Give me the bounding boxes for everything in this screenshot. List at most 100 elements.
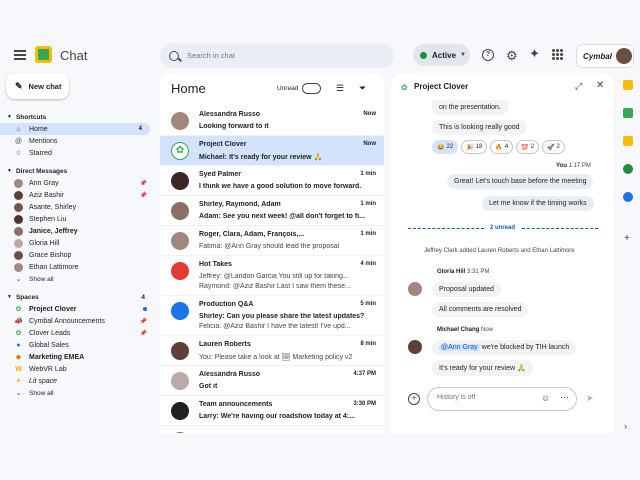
toggle-switch[interactable] <box>302 83 322 94</box>
conversation-row[interactable]: Roger, Clara, Adam, François,... 1 min Fat… <box>160 226 384 256</box>
help-icon[interactable]: ? <box>482 49 494 61</box>
nav-item-home[interactable]: ⌂ Home 4 <box>0 123 150 135</box>
dm-item[interactable]: Stephen Liu <box>0 213 155 225</box>
section-shortcuts[interactable]: ▼ Shortcuts <box>0 111 155 123</box>
space-item[interactable]: 📣 Cymbal Announcements 📌 <box>0 315 155 327</box>
pin-icon: 📌 <box>139 330 147 337</box>
caret-down-icon: ▼ <box>7 294 12 300</box>
dm-item[interactable]: Asante, Shirley <box>0 201 155 213</box>
unread-divider: 2 unread <box>490 225 516 231</box>
drive-icon[interactable] <box>623 108 633 118</box>
mention-chip[interactable]: @Ann Gray <box>439 344 480 351</box>
show-all-dms[interactable]: ⌄ Show all <box>0 273 155 285</box>
status-selector[interactable]: Active ▼ <box>413 44 470 66</box>
unread-toggle[interactable]: Unread <box>277 83 322 94</box>
search-icon[interactable] <box>169 50 179 61</box>
pin-icon: 📌 <box>139 318 147 325</box>
tasks-icon[interactable] <box>623 192 633 202</box>
search-input[interactable] <box>187 51 367 60</box>
conversation-time: 3:30 PM <box>353 401 376 407</box>
section-spaces[interactable]: ▼ Spaces 4 <box>0 291 155 303</box>
add-app-icon[interactable]: + <box>624 233 630 244</box>
reaction-chip[interactable]: 🚀 2 <box>542 140 565 154</box>
message-bubble: It's ready for your review 🙏 <box>432 360 533 376</box>
keep-icon[interactable] <box>623 136 633 146</box>
reaction-emoji: 🎉 <box>466 144 474 151</box>
conversation-row[interactable] <box>160 426 384 433</box>
chat-title[interactable]: Project Clover <box>414 82 468 91</box>
chevron-right-icon[interactable]: › <box>624 421 627 431</box>
dm-item[interactable]: Grace Bishop <box>0 249 155 261</box>
reaction-chip[interactable]: 😂 22 <box>432 140 459 154</box>
space-item[interactable]: ✿ Clover Leads 📌 <box>0 327 155 339</box>
new-chat-button[interactable]: ✎ New chat <box>6 73 69 99</box>
at-icon: @ <box>14 137 23 145</box>
reaction-chip[interactable]: 💯 2 <box>516 140 539 154</box>
avatar[interactable] <box>408 282 422 296</box>
reaction-chip[interactable]: 🎉 18 <box>461 140 488 154</box>
message-bubble: This is looking really good <box>432 120 527 135</box>
space-item[interactable]: W WebVR Lab <box>0 363 155 375</box>
megaphone-icon: 📣 <box>14 318 23 325</box>
add-icon[interactable]: + <box>408 393 420 405</box>
message-input[interactable] <box>437 394 537 401</box>
marketing-icon: ◆ <box>15 354 22 361</box>
close-icon[interactable]: ✕ <box>596 80 604 91</box>
message-meta: Michael Chang Now <box>437 327 494 333</box>
main-menu-icon[interactable] <box>14 50 26 60</box>
conversation-row[interactable]: Alessandra Russo 4:37 PM Got it <box>160 366 384 396</box>
conversation-row[interactable]: Lauren Roberts 8 min You: Please take a lo… <box>160 336 384 366</box>
apps-grid-icon[interactable] <box>552 49 563 60</box>
conversation-name: Production Q&A <box>199 301 254 308</box>
calendar-icon[interactable] <box>623 80 633 90</box>
conversation-row[interactable]: Team announcements 3:30 PM Larry: We're ha… <box>160 396 384 426</box>
conversation-row[interactable]: Shirley, Raymond, Adam 1 min Adam: See you… <box>160 196 384 226</box>
emoji-icon[interactable]: ☺ <box>541 393 550 403</box>
avatar <box>171 302 189 320</box>
reaction-chip[interactable]: 🔥 4 <box>490 140 514 154</box>
conversation-row[interactable]: Production Q&A 5 min Shirley: Can you plea… <box>160 296 384 336</box>
dm-item[interactable]: Ethan Lattimore <box>0 261 155 273</box>
conversation-preview: Felicia: @Aziz Bashir I have the latest!… <box>199 323 351 330</box>
avatar <box>171 112 189 130</box>
gemini-spark-icon[interactable]: ✦ <box>529 46 540 62</box>
search-bar[interactable] <box>160 43 394 68</box>
nav-item-starred[interactable]: ☆ Starred <box>0 147 155 159</box>
space-item[interactable]: ◆ Marketing EMEA <box>0 351 155 363</box>
conversation-row[interactable]: Alessandra Russo Now Looking forward to it <box>160 106 384 136</box>
system-message: Jeffrey Clark added Lauren Roberts and E… <box>424 248 575 254</box>
avatar <box>171 262 189 280</box>
avatar <box>171 372 189 390</box>
message-meta: You 1:17 PM <box>556 163 591 169</box>
conversation-preview: Shirley: Can you please share the latest… <box>199 313 365 320</box>
list-view-icon[interactable]: ☰ <box>336 83 344 94</box>
reaction-emoji: 💯 <box>521 144 529 151</box>
dm-item[interactable]: Aziz Bashir 📌 <box>0 189 155 201</box>
phone-icon[interactable] <box>623 164 633 174</box>
reaction-count: 22 <box>446 144 454 150</box>
conversation-row[interactable]: Syed Palmer 1 min I think we have a good s… <box>160 166 384 196</box>
filter-icon[interactable]: ⏷ <box>359 83 366 94</box>
message-composer[interactable] <box>427 387 577 411</box>
caret-down-icon: ▼ <box>7 114 12 120</box>
conversation-row[interactable]: Hot Takes 4 min Jeffrey: @Landon Garcia Yo… <box>160 256 384 296</box>
star-icon: ☆ <box>15 150 22 157</box>
avatar[interactable] <box>408 340 422 354</box>
space-item[interactable]: ✦ Lit space <box>0 375 155 387</box>
account-chip[interactable]: Cymbal <box>576 44 634 68</box>
space-item[interactable]: ● Global Sales <box>0 339 155 351</box>
nav-item-mentions[interactable]: @ Mentions <box>0 135 155 147</box>
conversation-row[interactable]: ✿ Project Clover Now Michael: It's ready fo… <box>160 136 384 166</box>
send-icon[interactable]: ➤ <box>586 393 594 404</box>
dm-item[interactable]: Gloria Hill <box>0 237 155 249</box>
avatar <box>171 342 189 360</box>
space-item[interactable]: ✿ Project Clover <box>0 303 155 315</box>
dm-item[interactable]: Ann Gray 📌 <box>0 177 155 189</box>
chat-header: ✿ Project Clover ⤢ ✕ <box>391 73 614 101</box>
expand-icon[interactable]: ⤢ <box>575 81 582 92</box>
section-direct-messages[interactable]: ▼ Direct Messages <box>0 165 155 177</box>
gear-icon[interactable]: ⚙ <box>506 48 518 64</box>
more-icon[interactable]: ⋯ <box>560 392 569 403</box>
dm-item[interactable]: Janice, Jeffrey <box>0 225 155 237</box>
show-all-spaces[interactable]: ⌄ Show all <box>0 387 155 399</box>
